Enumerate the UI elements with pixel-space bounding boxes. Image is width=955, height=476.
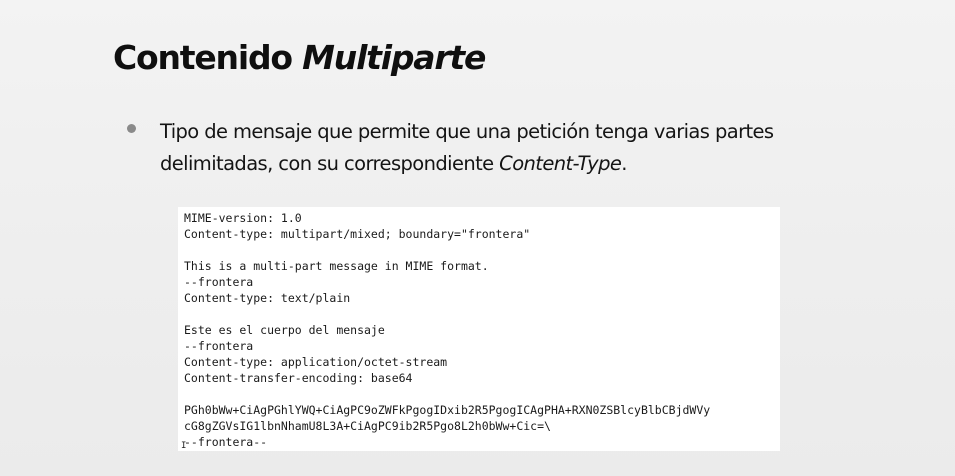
mime-code-block: MIME-version: 1.0 Content-type: multipar… (178, 207, 780, 451)
bullet-text-end: . (621, 152, 627, 175)
code-line: --frontera (184, 339, 254, 353)
code-line: Content-type: application/octet-stream (184, 355, 448, 369)
code-line: MIME-version: 1.0 (184, 211, 302, 225)
code-line: cG8gZGVsIG1lbnNhamU8L3A+CiAgPC9ib2R5Pgo8… (184, 419, 551, 433)
code-line: This is a multi-part message in MIME for… (184, 259, 489, 273)
code-line: Content-type: multipart/mixed; boundary=… (184, 227, 531, 241)
code-line: --frontera-- (184, 435, 268, 449)
code-line: Este es el cuerpo del mensaje (184, 323, 385, 337)
code-line: PGh0bWw+CiAgPGhlYWQ+CiAgPC9oZWFkPgogIDxi… (184, 403, 711, 417)
text-cursor-icon: I (181, 441, 187, 451)
code-line: Content-type: text/plain (184, 291, 351, 305)
bullet-dot-icon (127, 124, 136, 133)
bullet-text: Tipo de mensaje que permite que una peti… (160, 116, 860, 180)
bullet-text-main: Tipo de mensaje que permite que una peti… (160, 120, 774, 175)
code-line: Content-transfer-encoding: base64 (184, 371, 413, 385)
code-line: --frontera (184, 275, 254, 289)
bullet-text-italic: Content-Type (499, 152, 622, 175)
slide-title-italic: Multiparte (302, 38, 486, 77)
slide-title-regular: Contenido (113, 38, 293, 77)
slide-title: Contenido Multiparte (113, 38, 486, 77)
